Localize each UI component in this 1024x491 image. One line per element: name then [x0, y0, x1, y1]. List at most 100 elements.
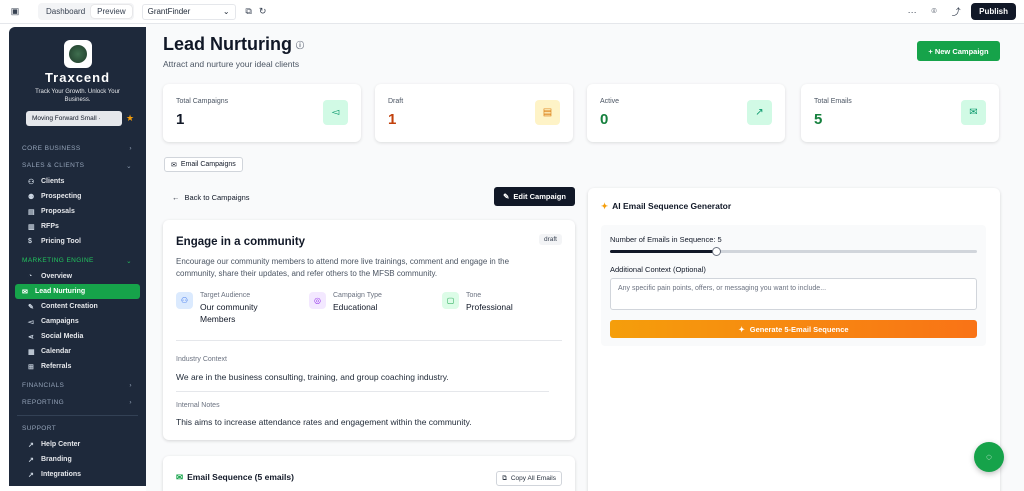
context-label: Additional Context (Optional) [610, 265, 706, 274]
sparkles-icon: ✦ [601, 201, 609, 211]
email-count-slider[interactable] [610, 247, 977, 256]
user-search-icon: ⚉ [28, 193, 35, 201]
sidebar-item-help-center[interactable]: ↗ Help Center [15, 437, 140, 452]
sidebar-item-proposals[interactable]: ▤ Proposals [15, 204, 140, 219]
sidebar-item-social-media[interactable]: ⋖ Social Media [15, 329, 140, 344]
users-icon: ⚇ [28, 178, 35, 186]
megaphone-icon: ◅ [28, 318, 34, 326]
chevron-right-icon: › [129, 145, 132, 152]
sidebar-item-referrals[interactable]: ⊞ Referrals [15, 359, 140, 374]
help-icon[interactable]: ⓘ [296, 41, 304, 50]
sidebar-item-calendar[interactable]: ▦ Calendar [15, 344, 140, 359]
chevron-right-icon: › [129, 382, 132, 389]
external-link-icon: ↗ [28, 471, 34, 479]
copy-icon: ⧉ [502, 474, 507, 482]
notes-value: This aims to increase attendance rates a… [176, 417, 472, 427]
sidebar-item-content-creation[interactable]: ✎ Content Creation [15, 299, 140, 314]
megaphone-icon: ◅ [323, 100, 348, 125]
copy-all-emails-button[interactable]: ⧉ Copy All Emails [496, 471, 562, 486]
chevron-down-icon: ⌄ [126, 257, 132, 265]
share-icon[interactable]: ⤴ [949, 5, 963, 19]
sidebar-item-rfps[interactable]: ▥ RFPs [15, 219, 140, 234]
sidebar-item-integrations[interactable]: ↗ Integrations [15, 467, 140, 482]
brand-tagline: Track Your Growth. Unlock Your Business. [35, 89, 120, 103]
chevron-down-icon: ⌄ [222, 7, 230, 16]
section-sales-clients[interactable]: SALES & CLIENTS ⌄ [9, 157, 146, 174]
section-marketing-engine[interactable]: MARKETING ENGINE ⌄ [9, 252, 146, 269]
dollar-icon: $ [28, 238, 32, 245]
chevron-right-icon: › [129, 399, 132, 406]
notes-label: Internal Notes [176, 402, 220, 409]
stat-label: Draft [388, 98, 404, 105]
section-reporting[interactable]: REPORTING › [9, 394, 146, 411]
tab-email-campaigns[interactable]: ✉ Email Campaigns [164, 157, 243, 172]
ai-generator-title: ✦ AI Email Sequence Generator [601, 201, 732, 211]
tab-preview[interactable]: Preview [91, 5, 132, 18]
external-link-icon: ↗ [28, 456, 34, 464]
stat-card-draft: Draft 1 ▤ [375, 84, 573, 142]
status-badge: draft [538, 234, 562, 245]
context-textarea[interactable]: Any specific pain points, offers, or mes… [610, 278, 977, 310]
tab-dashboard[interactable]: Dashboard [40, 5, 91, 18]
campaign-type: ◎ Campaign Type Educational [309, 292, 382, 313]
project-name: GrantFinder [147, 7, 191, 16]
stat-value: 1 [176, 111, 185, 128]
campaign-tone: ▢ Tone Professional [442, 292, 513, 313]
section-financials[interactable]: FINANCIALS › [9, 377, 146, 394]
stat-value: 0 [600, 111, 609, 128]
sidebar-item-lead-nurturing[interactable]: ✉ Lead Nurturing [15, 284, 140, 299]
sidebar: Traxcend Track Your Growth. Unlock Your … [9, 27, 146, 486]
chat-icon[interactable]: ◌ [974, 442, 1004, 472]
star-icon[interactable]: ★ [126, 113, 134, 124]
back-to-campaigns-link[interactable]: ← Back to Campaigns [172, 193, 250, 202]
section-core-business[interactable]: CORE BUSINESS › [9, 140, 146, 157]
edit-campaign-button[interactable]: ✎ Edit Campaign [494, 187, 575, 206]
workspace-select[interactable]: Moving Forward Small · [26, 111, 122, 126]
industry-label: Industry Context [176, 356, 227, 363]
sidebar-item-campaigns[interactable]: ◅ Campaigns [15, 314, 140, 329]
sidebar-toggle-icon[interactable]: ▣ [8, 5, 22, 19]
email-sequence-card: ✉ Email Sequence (5 emails) ⧉ Copy All Ema… [163, 456, 575, 491]
users-icon: ⚇ [176, 292, 193, 309]
slider-thumb[interactable] [712, 247, 722, 256]
page-title: Lead Nurturing ⓘ [163, 34, 304, 54]
edit-icon: ✎ [503, 192, 510, 201]
share-icon: ⋖ [28, 333, 34, 341]
project-select[interactable]: GrantFinder ⌄ [141, 3, 236, 20]
ai-generator-card: ✦ AI Email Sequence Generator Number of E… [588, 188, 1000, 491]
file-icon: ▤ [28, 208, 35, 216]
stat-card-active: Active 0 ↗ [587, 84, 785, 142]
sidebar-item-branding[interactable]: ↗ Branding [15, 452, 140, 467]
sidebar-item-pricing-tool[interactable]: $ Pricing Tool [15, 234, 140, 249]
mail-icon: ✉ [961, 100, 986, 125]
brand-logo [63, 40, 92, 68]
campaign-title: Engage in a community [176, 236, 306, 248]
campaign-description: Encourage our community members to atten… [176, 257, 510, 278]
mail-icon: ✉ [171, 161, 177, 169]
chevron-down-icon: ⌄ [126, 162, 132, 170]
more-icon[interactable]: ··· [905, 5, 919, 19]
top-bar: ▣ Dashboard Preview GrantFinder ⌄ ⧉ ↻ ··… [0, 0, 1024, 24]
publish-button[interactable]: Publish [971, 3, 1016, 20]
generate-sequence-button[interactable]: ✦ Generate 5-Email Sequence [610, 320, 977, 338]
sidebar-item-clients[interactable]: ⚇ Clients [15, 174, 140, 189]
clipboard-icon: ▥ [28, 223, 35, 231]
new-campaign-button[interactable]: + New Campaign [917, 41, 1000, 61]
sparkles-icon: ✦ [738, 324, 745, 334]
refresh-icon[interactable]: ↻ [256, 5, 270, 19]
gift-icon: ⊞ [28, 363, 34, 371]
external-link-icon: ↗ [28, 441, 34, 449]
document-icon: ▤ [535, 100, 560, 125]
arrow-left-icon: ← [172, 193, 180, 202]
target-audience: ⚇ Target Audience Our community Members [176, 292, 280, 325]
page-subtitle: Attract and nurture your ideal clients [163, 59, 300, 69]
target-icon: ◎ [309, 292, 326, 309]
brand-name: Traxcend [44, 70, 111, 85]
sidebar-item-prospecting[interactable]: ⚉ Prospecting [15, 189, 140, 204]
sidebar-item-overview[interactable]: ◔ Overview [15, 269, 140, 284]
campaign-details-card: Engage in a community draft Encourage ou… [163, 220, 575, 440]
external-link-icon[interactable]: ⧉ [242, 5, 256, 19]
calendar-icon: ▦ [28, 348, 35, 356]
github-icon[interactable]: ⌾ [927, 5, 941, 19]
pen-icon: ✎ [28, 303, 34, 311]
